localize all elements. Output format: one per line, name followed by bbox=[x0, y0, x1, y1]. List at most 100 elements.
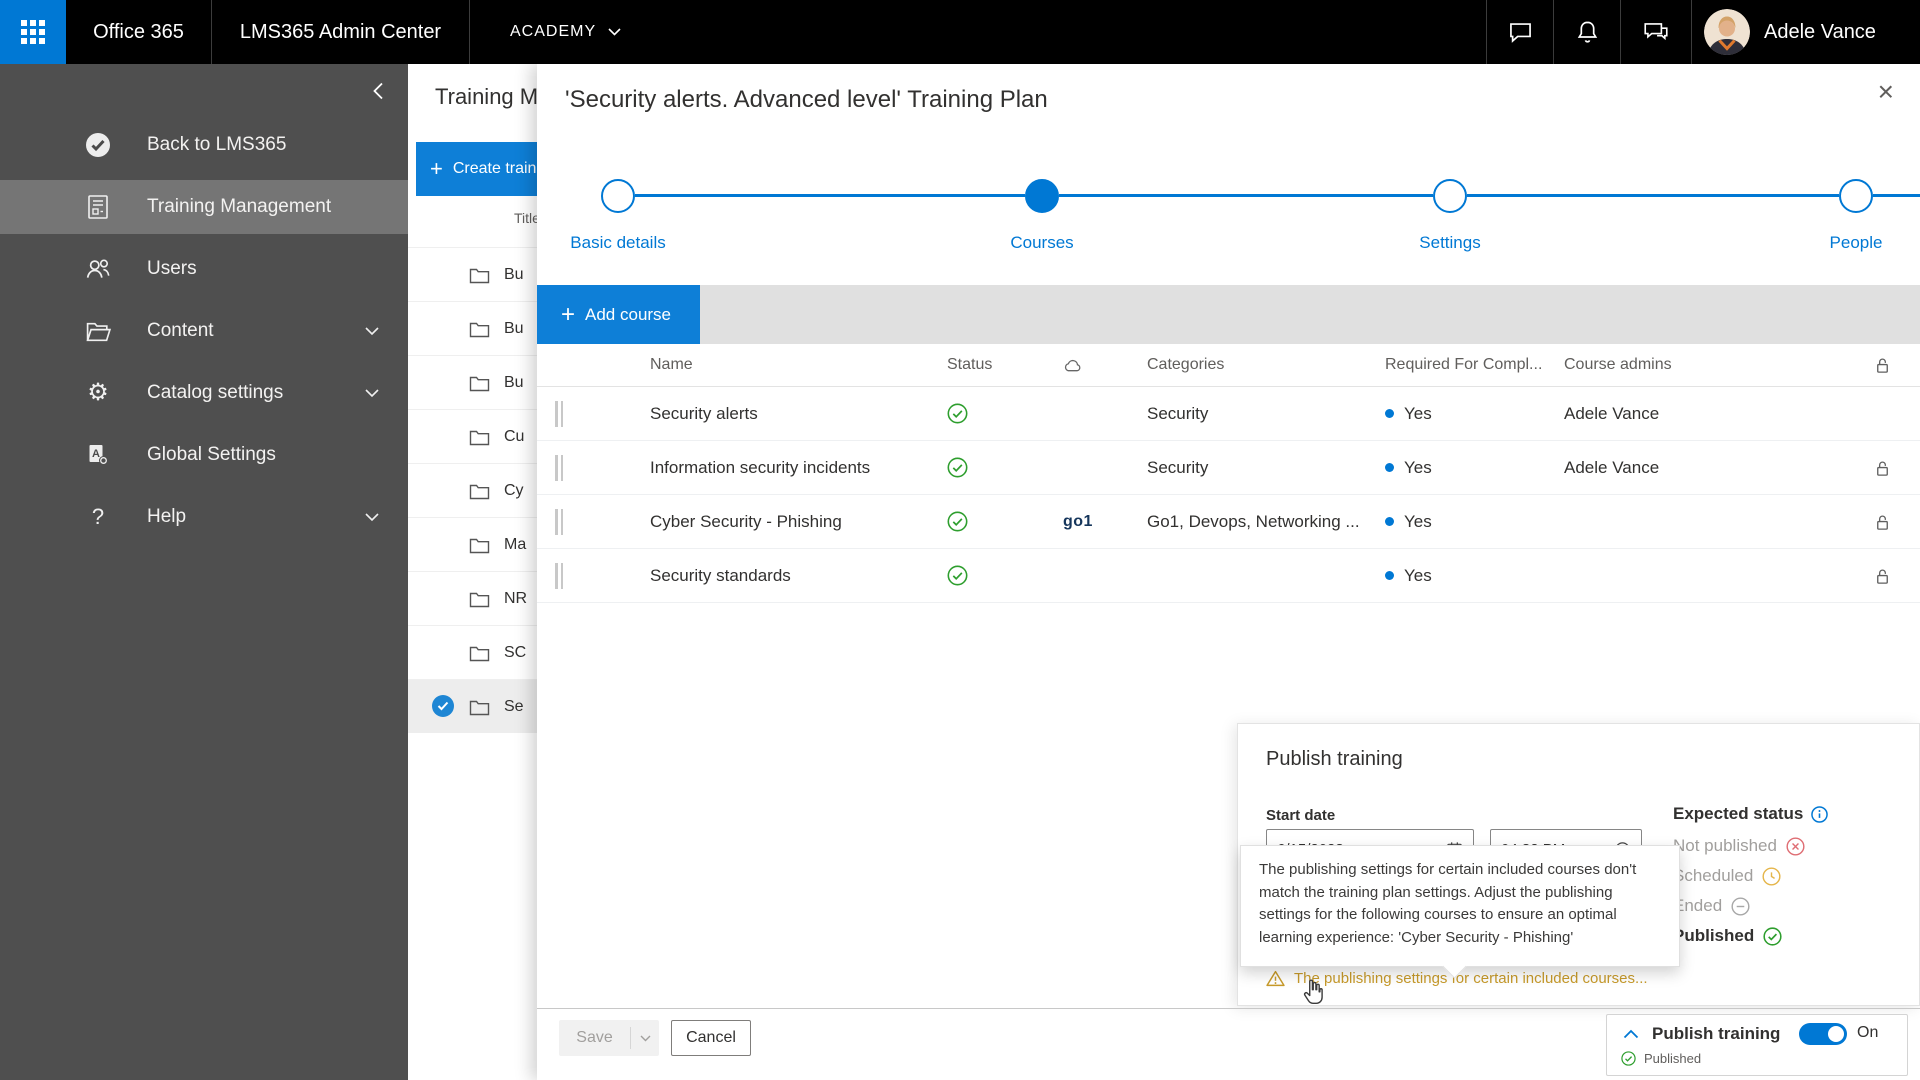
step-circle bbox=[601, 179, 635, 213]
account-button[interactable]: Adele Vance bbox=[1691, 0, 1894, 64]
lock-icon bbox=[1873, 566, 1920, 586]
publishing-warning-tooltip: The publishing settings for certain incl… bbox=[1240, 845, 1680, 967]
app-launcher-button[interactable] bbox=[0, 0, 66, 64]
list-item[interactable]: SC bbox=[408, 625, 537, 679]
user-name: Adele Vance bbox=[1764, 21, 1876, 44]
people-icon bbox=[84, 257, 112, 281]
status-ended: Ended bbox=[1673, 893, 1750, 919]
course-name: Security alerts bbox=[650, 404, 947, 424]
circle-check-icon bbox=[1621, 1051, 1636, 1066]
publish-training-expander: Publish training On Published bbox=[1606, 1014, 1908, 1076]
waffle-icon bbox=[21, 20, 45, 44]
lock-icon bbox=[1873, 512, 1920, 532]
sidebar-item-training-management[interactable]: Training Management bbox=[0, 180, 408, 234]
chevron-down-icon bbox=[365, 513, 379, 522]
chat-button[interactable] bbox=[1486, 0, 1553, 64]
sidebar-item-global-settings[interactable]: A Global Settings bbox=[0, 428, 408, 482]
course-categories: Go1, Devops, Networking ... bbox=[1147, 512, 1385, 532]
list-item[interactable]: Bu bbox=[408, 355, 537, 409]
step-settings[interactable]: Settings bbox=[1360, 179, 1540, 253]
add-course-button[interactable]: + Add course bbox=[537, 285, 700, 344]
step-courses[interactable]: Courses bbox=[952, 179, 1132, 253]
list-item[interactable]: Cu bbox=[408, 409, 537, 463]
publish-training-toggle-label[interactable]: Publish training bbox=[1652, 1024, 1780, 1044]
list-item[interactable]: Ma bbox=[408, 517, 537, 571]
save-label: Save bbox=[559, 1029, 630, 1047]
tenant-name: ACADEMY bbox=[510, 23, 596, 41]
published-status-label: Published bbox=[1644, 1051, 1701, 1066]
gear-icon: ⚙ bbox=[84, 381, 112, 405]
dialog-title: 'Security alerts. Advanced level' Traini… bbox=[565, 86, 1048, 114]
drag-handle[interactable] bbox=[555, 401, 650, 427]
column-course-admins[interactable]: Course admins bbox=[1564, 356, 1873, 374]
close-icon[interactable]: × bbox=[1878, 78, 1894, 106]
course-row[interactable]: Information security incidents Security … bbox=[537, 441, 1920, 495]
chat-icon bbox=[1507, 19, 1534, 46]
create-button-label: Create training plan bbox=[453, 160, 537, 178]
chevron-left-icon bbox=[372, 82, 384, 100]
info-icon[interactable] bbox=[1811, 806, 1828, 823]
chevron-down-icon bbox=[608, 28, 621, 36]
save-button[interactable]: Save bbox=[559, 1020, 659, 1056]
list-item[interactable]: Bu bbox=[408, 301, 537, 355]
course-row[interactable]: Security alerts Security Yes Adele Vance bbox=[537, 387, 1920, 441]
topbar-actions: Adele Vance bbox=[1486, 0, 1894, 64]
column-name[interactable]: Name bbox=[650, 356, 947, 374]
step-people[interactable]: People bbox=[1766, 179, 1920, 253]
required-dot bbox=[1385, 517, 1394, 526]
step-label: Settings bbox=[1360, 233, 1540, 253]
course-categories: Security bbox=[1147, 458, 1385, 478]
training-management-page: Training Management + Create training pl… bbox=[408, 64, 537, 1080]
folder-icon bbox=[84, 320, 112, 343]
sidebar-item-catalog-settings[interactable]: ⚙ Catalog settings bbox=[0, 366, 408, 420]
publish-toggle[interactable] bbox=[1799, 1023, 1847, 1045]
notifications-button[interactable] bbox=[1553, 0, 1620, 64]
sidebar-collapse-button[interactable] bbox=[372, 82, 384, 100]
feedback-button[interactable] bbox=[1620, 0, 1691, 64]
course-row[interactable]: Security standards Yes bbox=[537, 549, 1920, 603]
drag-handle[interactable] bbox=[555, 563, 650, 589]
chevron-down-icon[interactable] bbox=[631, 1035, 659, 1042]
sidebar-item-users[interactable]: Users bbox=[0, 242, 408, 296]
folder-icon bbox=[469, 266, 490, 284]
course-categories: Security bbox=[1147, 404, 1385, 424]
sidebar-item-content[interactable]: Content bbox=[0, 304, 408, 358]
office365-home-link[interactable]: Office 365 bbox=[66, 0, 211, 64]
column-status[interactable]: Status bbox=[947, 356, 1063, 374]
global-settings-icon: A bbox=[84, 443, 112, 467]
top-bar: Office 365 LMS365 Admin Center ACADEMY bbox=[0, 0, 1920, 64]
folder-icon bbox=[469, 374, 490, 392]
list-item[interactable]: NR bbox=[408, 571, 537, 625]
cancel-button[interactable]: Cancel bbox=[671, 1020, 751, 1056]
create-training-plan-button[interactable]: + Create training plan bbox=[416, 142, 537, 196]
folder-icon bbox=[469, 428, 490, 446]
sidebar-item-label: Training Management bbox=[147, 196, 331, 218]
course-admins: Adele Vance bbox=[1564, 458, 1873, 478]
list-item-selected[interactable]: Se bbox=[408, 679, 537, 733]
chevron-down-icon bbox=[365, 389, 379, 398]
list-item[interactable]: Cy bbox=[408, 463, 537, 517]
plus-icon: + bbox=[430, 156, 443, 182]
drag-handle[interactable] bbox=[555, 509, 650, 535]
column-categories[interactable]: Categories bbox=[1147, 356, 1385, 374]
page-title: Training Management bbox=[435, 84, 537, 110]
step-circle bbox=[1433, 179, 1467, 213]
sidebar-item-back-to-lms365[interactable]: Back to LMS365 bbox=[0, 118, 408, 172]
start-date-label: Start date bbox=[1266, 807, 1335, 824]
column-required[interactable]: Required For Compl... bbox=[1385, 356, 1564, 374]
sidebar-menu: Back to LMS365 Training Management Users… bbox=[0, 118, 408, 552]
bell-icon bbox=[1574, 19, 1601, 46]
step-basic-details[interactable]: Basic details bbox=[528, 179, 708, 253]
drag-handle[interactable] bbox=[555, 455, 650, 481]
chevron-up-icon[interactable] bbox=[1623, 1029, 1639, 1039]
list-item[interactable]: Bu bbox=[408, 247, 537, 301]
tenant-selector[interactable]: ACADEMY bbox=[470, 0, 621, 64]
sidebar-item-help[interactable]: ? Help bbox=[0, 490, 408, 544]
status-published: Published bbox=[1673, 923, 1782, 949]
lock-icon bbox=[1873, 458, 1920, 478]
step-circle bbox=[1839, 179, 1873, 213]
step-circle bbox=[1025, 179, 1059, 213]
course-row[interactable]: Cyber Security - Phishing go1 Go1, Devop… bbox=[537, 495, 1920, 549]
courses-toolbar bbox=[537, 285, 1920, 344]
required-value: Yes bbox=[1404, 512, 1432, 532]
